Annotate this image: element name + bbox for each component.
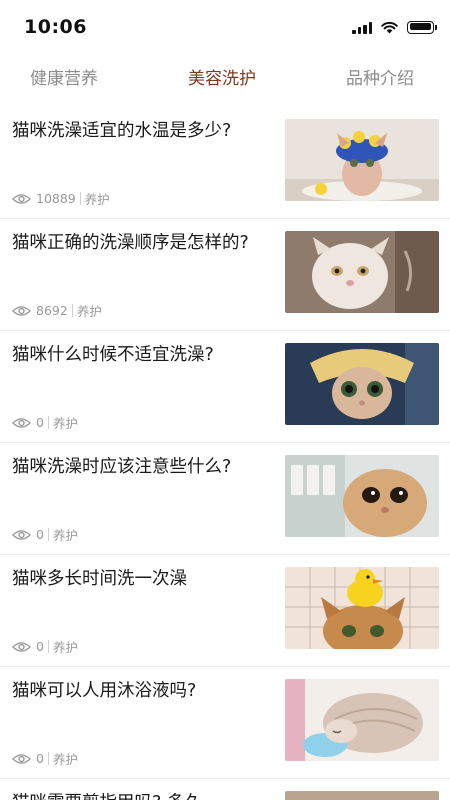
article-thumbnail-image[interactable] bbox=[285, 791, 439, 800]
list-item[interactable]: 猫咪洗澡时应该注意些什么? 0 养护 bbox=[0, 443, 450, 555]
battery-icon bbox=[407, 20, 437, 34]
list-item[interactable]: 猫咪什么时候不适宜洗澡? 0 养护 bbox=[0, 331, 450, 443]
view-count: 10889 bbox=[36, 191, 76, 206]
article-meta: 10889 养护 bbox=[12, 189, 110, 208]
article-tag: 养护 bbox=[76, 304, 102, 319]
divider bbox=[47, 528, 49, 541]
partial-list-item[interactable]: 猫咪需要剪指甲吗? 多久 bbox=[0, 779, 450, 800]
article-meta: 0 养护 bbox=[12, 637, 78, 656]
tab-health-nutrition[interactable]: 健康营养 bbox=[30, 64, 98, 89]
tab-breed-introduction[interactable]: 品种介绍 bbox=[346, 64, 414, 89]
list-item[interactable]: 猫咪多长时间洗一次澡 0 养护 bbox=[0, 555, 450, 667]
article-meta: 0 养护 bbox=[12, 525, 78, 544]
list-item[interactable]: 猫咪洗澡适宜的水温是多少? 10889 养护 bbox=[0, 107, 450, 219]
article-title: 猫咪什么时候不适宜洗澡? bbox=[12, 345, 214, 365]
cat-with-shower-cap-image[interactable] bbox=[285, 119, 439, 201]
status-icons bbox=[352, 18, 437, 36]
view-count: 8692 bbox=[36, 303, 68, 318]
view-count: 0 bbox=[36, 415, 44, 430]
article-meta: 0 养护 bbox=[12, 413, 78, 432]
article-tag: 养护 bbox=[84, 192, 110, 207]
divider bbox=[47, 752, 49, 765]
list-item[interactable]: 猫咪可以人用沐浴液吗? 0 养护 bbox=[0, 667, 450, 779]
article-tag: 养护 bbox=[52, 416, 78, 431]
divider bbox=[79, 192, 81, 205]
white-persian-cat-image[interactable] bbox=[285, 231, 439, 313]
cat-with-rubber-duck-image[interactable] bbox=[285, 567, 439, 649]
article-title: 猫咪可以人用沐浴液吗? bbox=[12, 681, 197, 701]
article-title: 猫咪洗澡时应该注意些什么? bbox=[12, 457, 232, 477]
list-item[interactable]: 猫咪正确的洗澡顺序是怎样的? 8692 养护 bbox=[0, 219, 450, 331]
wifi-icon bbox=[381, 21, 398, 33]
article-title: 猫咪多长时间洗一次澡 bbox=[12, 569, 187, 589]
eye-icon bbox=[12, 193, 31, 204]
view-count: 0 bbox=[36, 751, 44, 766]
divider bbox=[47, 416, 49, 429]
article-list: 猫咪洗澡适宜的水温是多少? 10889 养护 猫咪正确的洗澡顺序是怎样的? 86… bbox=[0, 107, 450, 779]
article-tag: 养护 bbox=[52, 752, 78, 767]
divider bbox=[47, 640, 49, 653]
eye-icon bbox=[12, 641, 31, 652]
wet-cat-close-up-image[interactable] bbox=[285, 455, 439, 537]
article-tag: 养护 bbox=[52, 640, 78, 655]
article-tag: 养护 bbox=[52, 528, 78, 543]
cellular-signal-icon bbox=[352, 21, 372, 34]
status-time: 10:06 bbox=[24, 16, 87, 38]
eye-icon bbox=[12, 417, 31, 428]
status-bar: 10:06 bbox=[0, 0, 450, 52]
wet-kitten-in-towel-image[interactable] bbox=[285, 343, 439, 425]
article-meta: 0 养护 bbox=[12, 749, 78, 768]
article-title: 猫咪需要剪指甲吗? 多久 bbox=[12, 789, 202, 800]
tab-beauty-bathing[interactable]: 美容洗护 bbox=[188, 64, 256, 89]
divider bbox=[71, 304, 73, 317]
article-title: 猫咪洗澡适宜的水温是多少? bbox=[12, 121, 232, 141]
view-count: 0 bbox=[36, 639, 44, 654]
eye-icon bbox=[12, 305, 31, 316]
sleeping-wet-kitten-image[interactable] bbox=[285, 679, 439, 761]
article-title: 猫咪正确的洗澡顺序是怎样的? bbox=[12, 233, 249, 253]
eye-icon bbox=[12, 753, 31, 764]
category-tabs: 健康营养 美容洗护 品种介绍 bbox=[0, 56, 450, 102]
view-count: 0 bbox=[36, 527, 44, 542]
article-meta: 8692 养护 bbox=[12, 301, 102, 320]
eye-icon bbox=[12, 529, 31, 540]
